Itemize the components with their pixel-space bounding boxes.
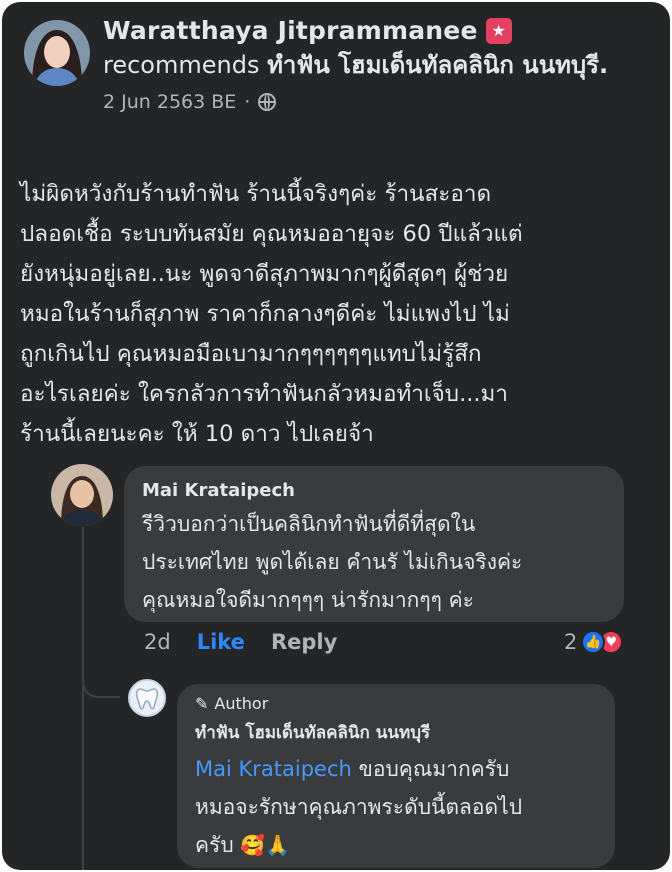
thread-connector — [82, 652, 120, 698]
reply-text: Mai Krataipech ขอบคุณมากครับ หมอจะรักษาค… — [195, 750, 597, 864]
comment-bubble: Mai Krataipech รีวิวบอกว่าเป็นคลินิกทำฟั… — [124, 466, 624, 622]
pencil-icon: ✎ — [195, 694, 209, 713]
globe-icon — [258, 93, 277, 111]
reply-text-line2: หมอจะรักษาคุณภาพระดับนี้ตลอดไป — [195, 795, 523, 819]
comment-actions: 2d Like Reply — [144, 630, 337, 654]
reply-text-line1: ขอบคุณมากครับ — [351, 757, 510, 781]
star-badge-icon: ★ — [485, 17, 512, 44]
post-meta: 2 Jun 2563 BE · — [103, 91, 643, 113]
reaction-count: 2 — [564, 630, 578, 654]
post-author-avatar[interactable] — [24, 20, 90, 86]
reply-author-name[interactable]: ทำฟัน โฮมเด็นทัลคลินิก นนทบุรี — [195, 719, 597, 746]
thread-line — [82, 527, 84, 870]
tooth-icon — [135, 688, 159, 710]
mention-link[interactable]: Mai Krataipech — [195, 757, 352, 781]
comment-time[interactable]: 2d — [144, 630, 171, 654]
commenter-avatar[interactable] — [51, 464, 113, 526]
post-header: Waratthaya Jitprammanee ★ recommends ทำฟ… — [103, 16, 643, 113]
reply-text-line3: ครับ — [195, 833, 234, 857]
page-name-link[interactable]: ทำฟัน โฮมเด็นทัลคลินิก นนทบุรี. — [267, 51, 608, 79]
like-button[interactable]: Like — [197, 630, 245, 654]
commenter-name[interactable]: Mai Krataipech — [142, 480, 606, 501]
recommendation-line: recommends ทำฟัน โฮมเด็นทัลคลินิก นนทบุร… — [103, 47, 643, 83]
comment-reactions[interactable]: 2 👍 ♥ — [564, 630, 624, 654]
comment-text: รีวิวบอกว่าเป็นคลินิกทำฟันที่ดีที่สุดใน … — [142, 512, 523, 612]
post-date[interactable]: 2 Jun 2563 BE — [103, 91, 236, 113]
reply-emoji: 🥰🙏 — [240, 833, 291, 857]
meta-separator: · — [244, 91, 251, 113]
author-badge-label: Author — [214, 694, 269, 713]
post-author-name[interactable]: Waratthaya Jitprammanee — [103, 16, 478, 45]
reply-bubble: ✎ Author ทำฟัน โฮมเด็นทัลคลินิก นนทบุรี … — [177, 684, 615, 868]
page-avatar[interactable] — [128, 679, 166, 717]
post-card: Waratthaya Jitprammanee ★ recommends ทำฟ… — [2, 2, 670, 870]
reply-button[interactable]: Reply — [271, 630, 337, 654]
review-text: ไม่ผิดหวังกับร้านทำฟัน ร้านนี้จริงๆค่ะ ร… — [20, 181, 523, 447]
author-badge: ✎ Author — [195, 694, 597, 713]
recommends-text: recommends — [103, 51, 260, 79]
